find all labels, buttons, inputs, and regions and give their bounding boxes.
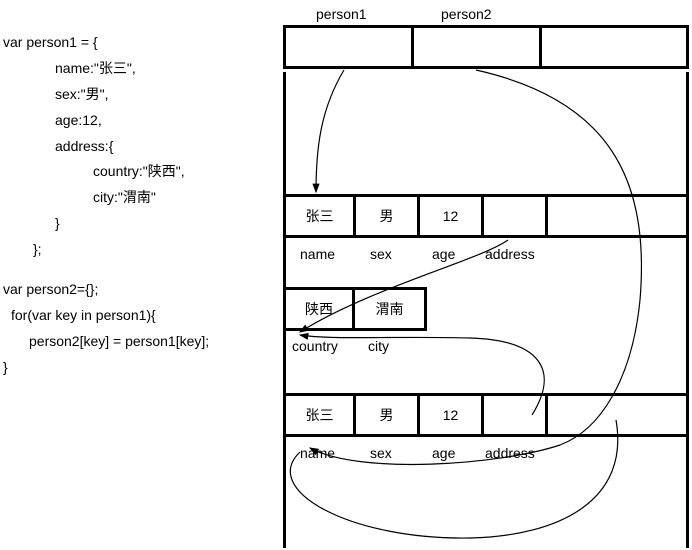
obj1-frame: 张三 男 12 (283, 194, 689, 238)
addr-country-cell: 陕西 (286, 290, 355, 328)
obj2-sex-cell: 男 (356, 396, 420, 434)
obj1-label-address: address (485, 246, 535, 262)
code-line: age:12, (3, 108, 209, 134)
code-block: var person1 = { name:"张三", sex:"男", age:… (3, 30, 209, 381)
addr-label-city: city (368, 338, 389, 354)
obj2-label-age: age (432, 445, 455, 461)
header-label-person2: person2 (441, 6, 492, 22)
obj2-label-address: address (485, 445, 535, 461)
diagram-root: var person1 = { name:"张三", sex:"男", age:… (0, 0, 692, 550)
code-line: }; (3, 237, 209, 263)
code-line: for(var key in person1){ (3, 303, 209, 329)
obj2-frame: 张三 男 12 (283, 393, 689, 437)
header-label-person1: person1 (316, 6, 367, 22)
obj1-label-name: name (300, 246, 335, 262)
addr-frame: 陕西 渭南 (283, 287, 427, 331)
code-line: } (3, 355, 209, 381)
addr-city-cell: 渭南 (355, 290, 424, 328)
obj2-name-cell: 张三 (286, 396, 356, 434)
code-line: country:"陕西", (3, 159, 209, 185)
code-line: city:"渭南" (3, 185, 209, 211)
obj1-label-age: age (432, 246, 455, 262)
obj2-label-name: name (300, 445, 335, 461)
code-line: person2[key] = person1[key]; (3, 329, 209, 355)
code-line: var person2={}; (3, 277, 209, 303)
obj2-address-cell (484, 396, 548, 434)
obj1-age-cell: 12 (420, 197, 484, 235)
obj2-age-cell: 12 (420, 396, 484, 434)
code-line: name:"张三", (3, 56, 209, 82)
obj1-name-cell: 张三 (286, 197, 356, 235)
obj1-address-cell (484, 197, 548, 235)
stack-cell-person1 (286, 28, 414, 66)
stack-cell-person2 (414, 28, 542, 66)
stack-frame (283, 25, 689, 69)
code-line: address:{ (3, 134, 209, 160)
addr-label-country: country (292, 338, 338, 354)
obj2-label-sex: sex (370, 445, 392, 461)
code-line: sex:"男", (3, 82, 209, 108)
code-line: var person1 = { (3, 30, 209, 56)
obj1-sex-cell: 男 (356, 197, 420, 235)
obj1-label-sex: sex (370, 246, 392, 262)
code-line: } (3, 211, 209, 237)
